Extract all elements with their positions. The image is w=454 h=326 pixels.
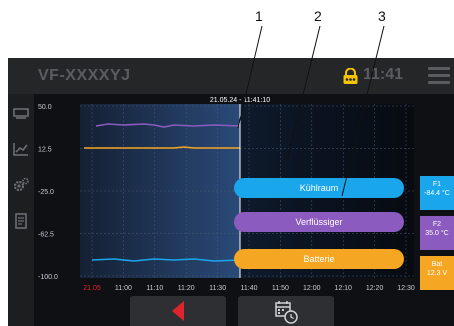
y-axis-labels: 50.0 12.5 -25.0 -62.5 -100.0 [38, 104, 58, 281]
x-tick-label: 11:30 [209, 285, 226, 292]
x-tick-label: 12:20 [366, 285, 384, 292]
back-arrow-icon [172, 301, 184, 321]
value-card-f2-value: 35.0 °C [425, 230, 449, 237]
value-card-f1[interactable]: F1 -84.4 °C [420, 176, 454, 210]
y-tick-label: -100.0 [38, 274, 58, 281]
calendar-button[interactable] [238, 296, 334, 326]
clock: 11:41 [363, 66, 404, 83]
device-id: VF-XXXXYJ [38, 67, 131, 84]
value-card-f2-label: F2 [432, 221, 442, 228]
legend-batterie-button[interactable]: Batterie [234, 249, 404, 269]
x-tick-label: 12:00 [303, 285, 321, 292]
legend-kuehlraum-button[interactable]: Kühlraum [234, 178, 404, 198]
menu-icon[interactable] [428, 67, 450, 85]
sidebar [8, 94, 34, 326]
x-tick-label: 12:10 [334, 285, 352, 292]
bottom-bar [8, 296, 454, 326]
y-tick-label: -25.0 [38, 189, 54, 196]
x-tick-label: 11:00 [115, 285, 132, 292]
chart-area[interactable]: 50.0 12.5 -25.0 -62.5 -100.0 21.05 11:00 11:10… [34, 94, 454, 326]
chart-svg: 50.0 12.5 -25.0 -62.5 -100.0 21.05 11:00 11:10… [38, 97, 415, 292]
x-tick-label: 21.05 [83, 285, 101, 292]
y-tick-label: 12.5 [38, 147, 52, 154]
x-tick-label: 11:50 [272, 285, 289, 292]
device-icon[interactable] [12, 104, 30, 122]
x-tick-label: 11:20 [178, 285, 195, 292]
value-card-bat[interactable]: Bat 12.3 V [420, 256, 454, 290]
cursor-label: 21.05.24 - 11:41:10 [210, 97, 270, 104]
callout-1: 1 [255, 8, 263, 24]
settings-icon[interactable] [12, 176, 30, 194]
top-bar: VF-XXXXYJ 11:41 [8, 58, 454, 94]
x-tick-label: 11:10 [146, 285, 163, 292]
back-button[interactable] [130, 296, 226, 326]
report-icon[interactable] [12, 212, 30, 230]
y-tick-label: 50.0 [38, 104, 52, 111]
value-card-bat-value: 12.3 V [426, 270, 448, 277]
callout-3: 3 [378, 8, 386, 24]
x-tick-label: 12:30 [397, 285, 415, 292]
lock-icon[interactable] [342, 68, 359, 84]
chart-icon[interactable] [12, 140, 30, 158]
value-card-f2[interactable]: F2 35.0 °C [420, 216, 454, 250]
value-card-f1-value: -84.4 °C [424, 190, 450, 197]
callout-2: 2 [314, 8, 322, 24]
value-card-bat-label: Bat [431, 261, 443, 268]
callout-area: 1 2 3 [0, 0, 454, 60]
value-card-f1-label: F1 [432, 181, 442, 188]
x-axis-labels: 21.05 11:00 11:10 11:20 11:30 11:40 11:50 12:00… [83, 285, 415, 292]
device-screen: VF-XXXXYJ 11:41 50.0 12.5 -25.0 -62.5 -1… [8, 58, 454, 326]
y-tick-label: -62.5 [38, 232, 54, 239]
legend-verfluessiger-button[interactable]: Verflüssiger [234, 212, 404, 232]
calendar-clock-icon [275, 301, 298, 324]
x-tick-label: 11:40 [241, 285, 258, 292]
